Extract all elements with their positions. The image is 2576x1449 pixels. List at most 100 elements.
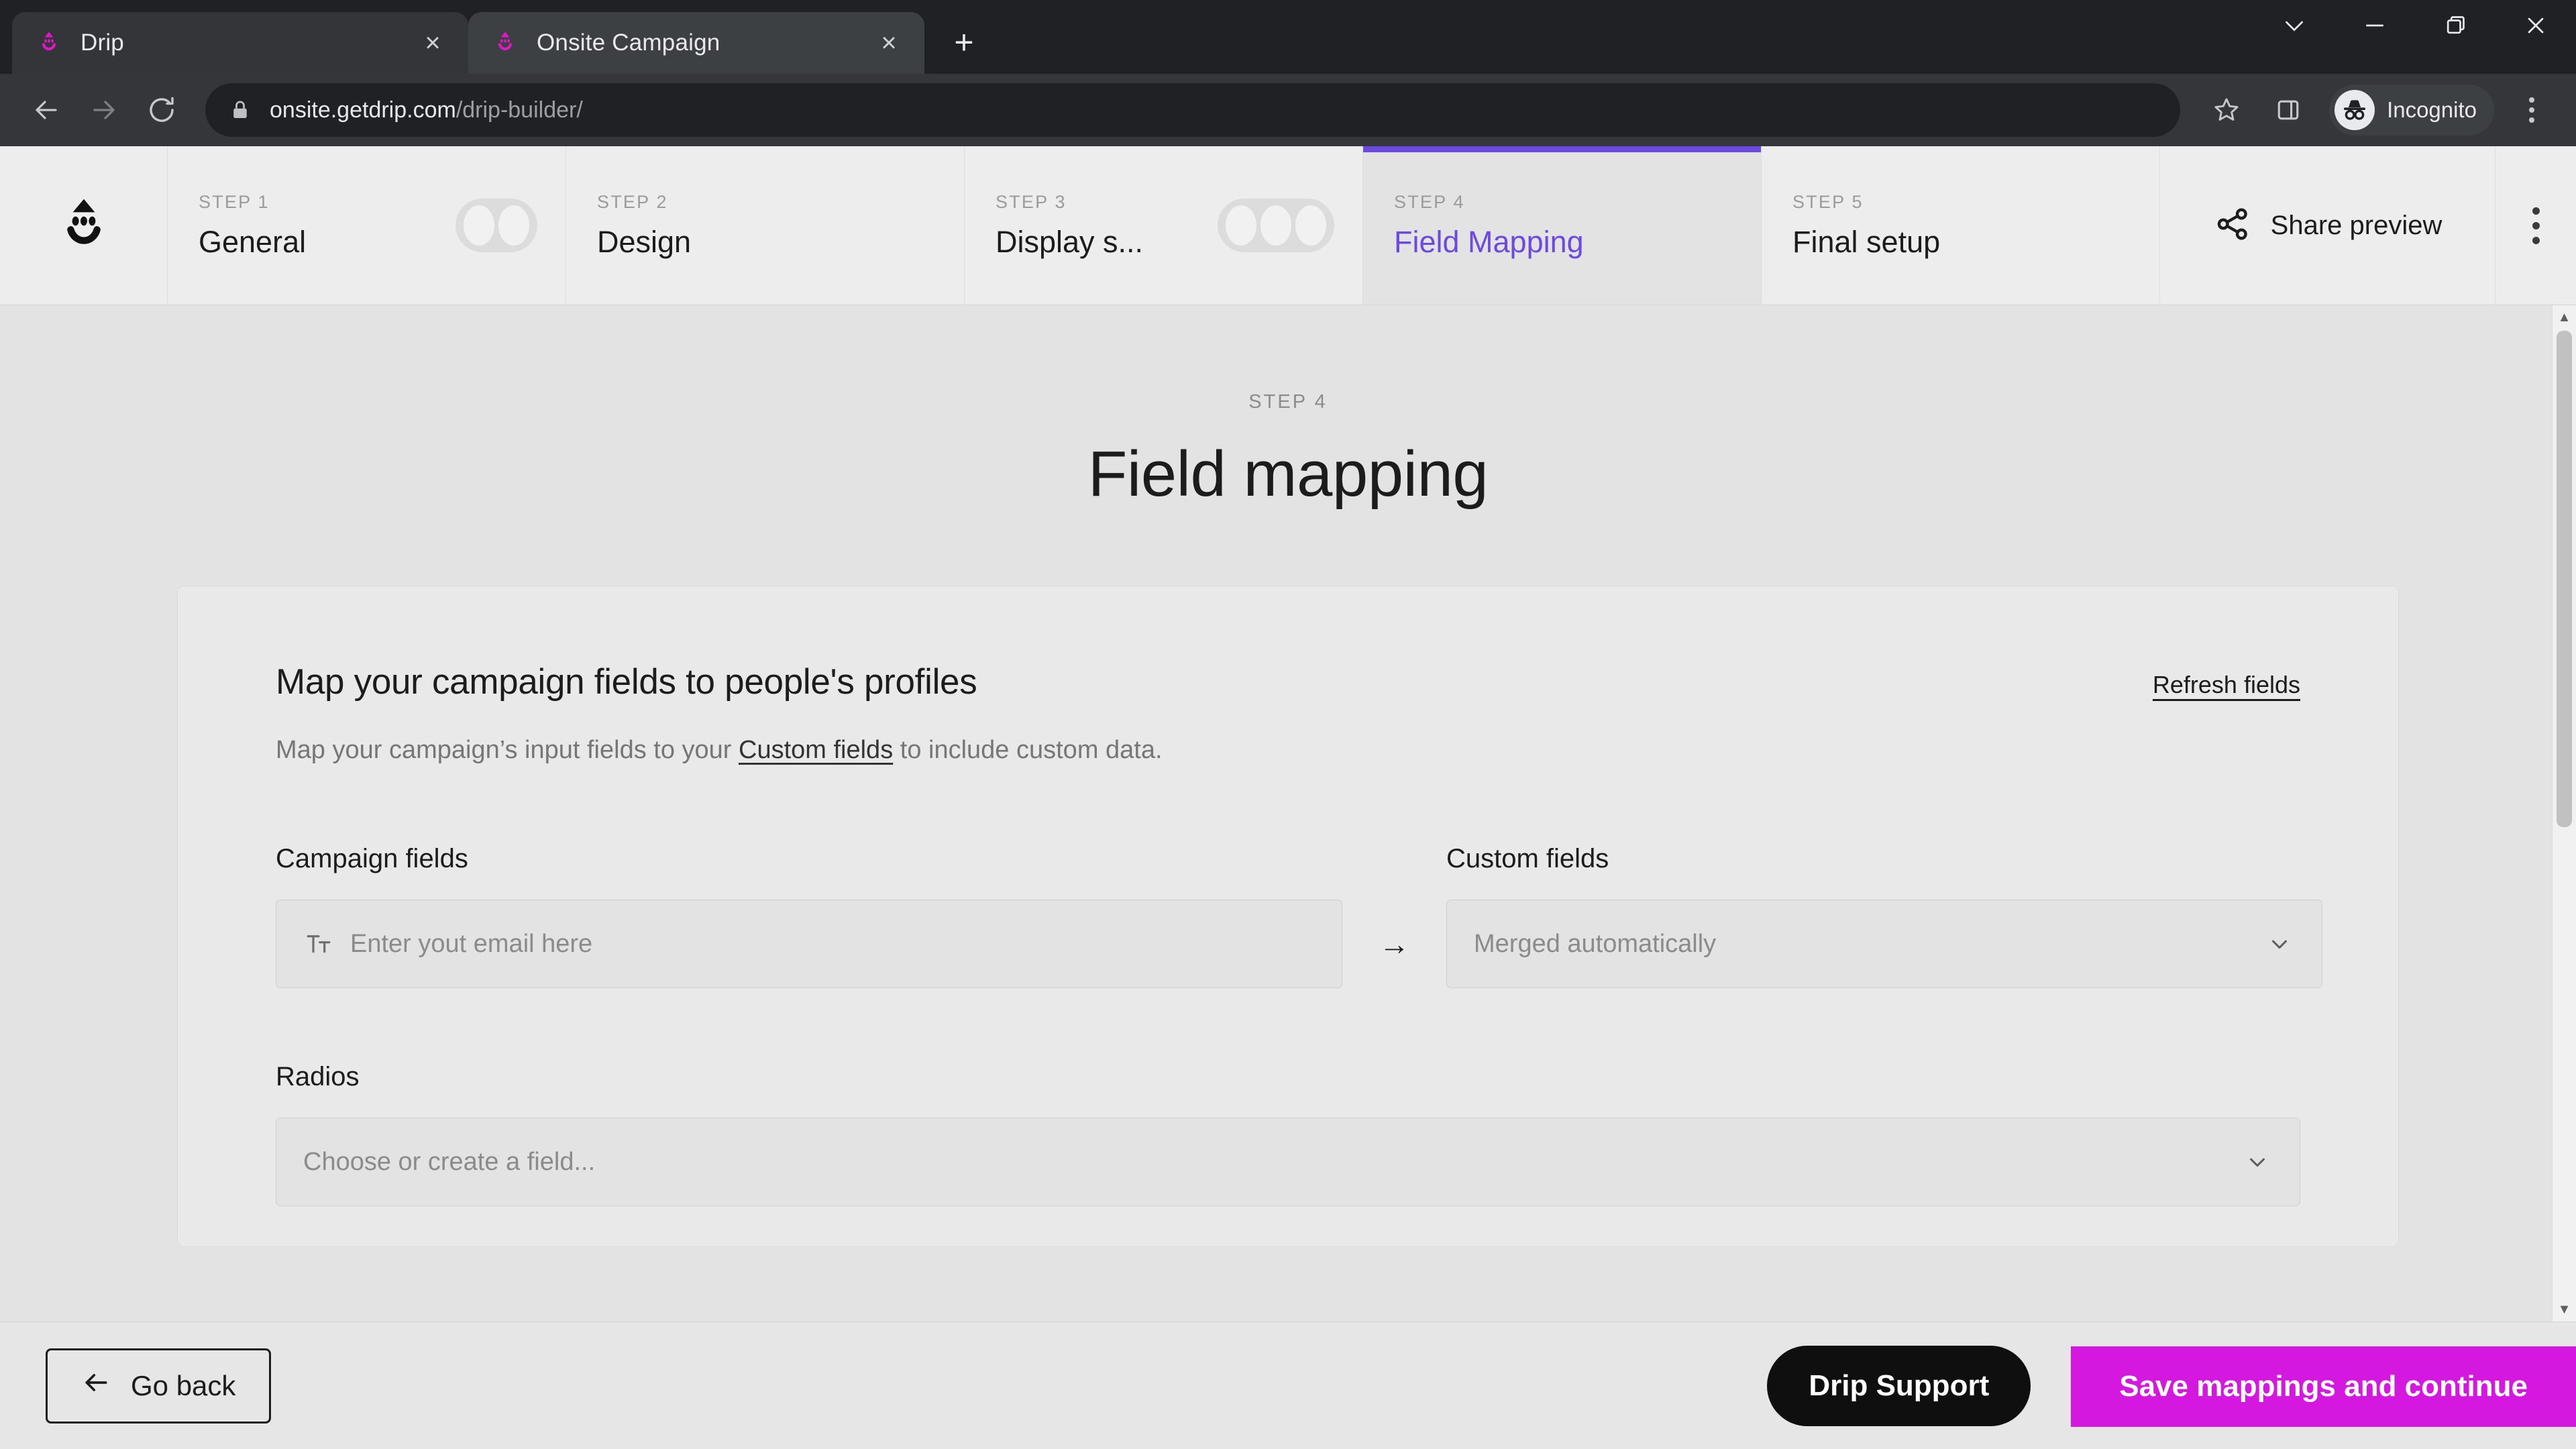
back-button-icon[interactable] (17, 81, 75, 139)
step-tab-display-settings[interactable]: STEP 3 Display s... (965, 146, 1363, 305)
browser-toolbar: onsite.getdrip.com/drip-builder/ Incogni… (0, 74, 2576, 146)
text-format-icon (303, 930, 334, 957)
close-window-icon[interactable] (2496, 0, 2576, 51)
forward-button-icon[interactable] (75, 81, 133, 139)
builder-footer: Go back Drip Support Save mappings and c… (0, 1322, 2576, 1449)
step-tab-texts: STEP 4 Field Mapping (1394, 192, 1584, 260)
column-header-gap (1342, 844, 1446, 874)
chevron-down-icon (2264, 931, 2295, 957)
mapping-arrow-icon: → (1379, 926, 1410, 961)
card-title: Map your campaign fields to people's pro… (276, 662, 977, 702)
step-label: Final setup (1792, 224, 1941, 259)
custom-fields-header-cell: Custom fields (1446, 844, 1609, 874)
radios-field-select[interactable]: Choose or create a field... (276, 1118, 2300, 1206)
builder-overflow-menu-icon[interactable] (2496, 146, 2576, 305)
star-icon[interactable] (2198, 81, 2255, 139)
save-mappings-button[interactable]: Save mappings and continue (2071, 1346, 2576, 1427)
url-path: /drip-builder/ (455, 97, 583, 123)
new-tab-button[interactable]: + (941, 19, 987, 66)
tab-close-icon[interactable]: × (415, 25, 451, 61)
card-subtitle: Map your campaign’s input fields to your… (276, 736, 2112, 765)
card-header-text: Map your campaign fields to people's pro… (276, 661, 2112, 765)
tab-close-icon[interactable]: × (871, 25, 907, 61)
address-bar-url: onsite.getdrip.com/drip-builder/ (270, 97, 583, 123)
subtitle-before: Map your campaign’s input fields to your (276, 736, 739, 764)
step-tab-field-mapping[interactable]: STEP 4 Field Mapping (1363, 146, 1762, 305)
step-tab-general[interactable]: STEP 1 General (168, 146, 566, 305)
page-eyebrow: STEP 4 (1248, 391, 1328, 413)
scrollbar-thumb[interactable] (2557, 331, 2572, 827)
browser-tab-drip[interactable]: Drip × (12, 12, 468, 74)
campaign-fields-header-cell: Campaign fields (276, 844, 1342, 874)
step-tab-final-setup[interactable]: STEP 5 Final setup (1762, 146, 2160, 305)
drip-favicon-icon (35, 29, 63, 57)
drip-logo[interactable] (0, 146, 168, 305)
radios-label: Radios (276, 1062, 360, 1091)
step-progress-pills (455, 199, 537, 252)
step-label: Field Mapping (1394, 224, 1584, 259)
campaign-fields-label: Campaign fields (276, 844, 468, 873)
step-label: Design (597, 224, 692, 259)
arrow-left-icon (81, 1368, 111, 1404)
share-preview-button[interactable]: Share preview (2160, 146, 2496, 305)
builder-scroll-area: STEP 4 Field mapping Map your campaign f… (0, 305, 2576, 1322)
incognito-label: Incognito (2387, 97, 2477, 122)
scroll-down-arrow[interactable]: ▼ (2553, 1297, 2576, 1322)
browser-window: Drip × Onsite Campaign × + onsite.getdri… (0, 0, 2576, 1449)
scroll-up-arrow[interactable]: ▲ (2553, 305, 2576, 329)
chevron-down-icon (2242, 1149, 2273, 1175)
custom-field-select[interactable]: Merged automatically (1446, 900, 2322, 988)
share-nodes-icon (2213, 205, 2252, 247)
step-tab-texts: STEP 1 General (199, 192, 306, 260)
step-number: STEP 1 (199, 191, 270, 212)
campaign-field-input[interactable]: Enter yout email here (276, 900, 1342, 988)
step-number: STEP 2 (597, 191, 668, 212)
browser-menu-icon[interactable] (2505, 81, 2559, 139)
go-back-button[interactable]: Go back (46, 1348, 272, 1424)
field-mapping-card: Map your campaign fields to people's pro… (177, 586, 2399, 1247)
url-domain: onsite.getdrip.com (270, 97, 456, 123)
incognito-icon (2334, 90, 2375, 130)
refresh-fields-link[interactable]: Refresh fields (2112, 671, 2300, 699)
campaign-field-value: Enter yout email here (350, 929, 593, 958)
column-headers: Campaign fields Custom fields (276, 844, 2300, 874)
drip-favicon-icon (491, 29, 519, 57)
custom-fields-link[interactable]: Custom fields (739, 736, 893, 764)
radios-field-value: Choose or create a field... (303, 1147, 596, 1176)
share-preview-label: Share preview (2270, 210, 2443, 240)
step-progress-pills (1218, 199, 1334, 252)
tab-title: Drip (80, 30, 124, 56)
incognito-profile-button[interactable]: Incognito (2329, 85, 2494, 136)
subtitle-after: to include custom data. (893, 736, 1163, 764)
vertical-scrollbar[interactable]: ▲ ▼ (2552, 305, 2576, 1322)
toolbar-right-actions: Incognito (2198, 81, 2559, 139)
reload-button-icon[interactable] (133, 81, 191, 139)
step-number: STEP 4 (1394, 191, 1465, 212)
side-panel-icon[interactable] (2259, 81, 2317, 139)
go-back-label: Go back (131, 1369, 236, 1401)
browser-tab-onsite-campaign[interactable]: Onsite Campaign × (468, 12, 924, 74)
minimize-to-tray-icon[interactable] (2254, 0, 2334, 51)
tab-title: Onsite Campaign (537, 30, 720, 56)
step-tab-design[interactable]: STEP 2 Design (566, 146, 965, 305)
step-navigation-bar: STEP 1 General STEP 2 Design STEP 3 Disp… (0, 146, 2576, 305)
minimize-window-icon[interactable] (2334, 0, 2415, 51)
step-tab-texts: STEP 5 Final setup (1792, 192, 1940, 260)
step-tab-texts: STEP 3 Display s... (996, 192, 1143, 260)
step-tab-texts: STEP 2 Design (597, 192, 691, 260)
page-content: STEP 1 General STEP 2 Design STEP 3 Disp… (0, 146, 2576, 1449)
step-label: Display s... (996, 224, 1144, 259)
custom-fields-label: Custom fields (1446, 844, 1609, 873)
step-label: General (199, 224, 307, 259)
maximize-window-icon[interactable] (2415, 0, 2496, 51)
address-bar[interactable]: onsite.getdrip.com/drip-builder/ (205, 83, 2181, 137)
window-controls (2254, 0, 2576, 74)
builder-content: STEP 4 Field mapping Map your campaign f… (0, 305, 2576, 1247)
lock-icon (225, 95, 255, 125)
step-number: STEP 5 (1792, 191, 1864, 212)
tab-strip: Drip × Onsite Campaign × + (0, 0, 2576, 74)
drip-support-button[interactable]: Drip Support (1767, 1345, 2031, 1426)
page-title: Field mapping (1087, 438, 1489, 510)
card-header: Map your campaign fields to people's pro… (276, 661, 2300, 765)
step-number: STEP 3 (996, 191, 1067, 212)
